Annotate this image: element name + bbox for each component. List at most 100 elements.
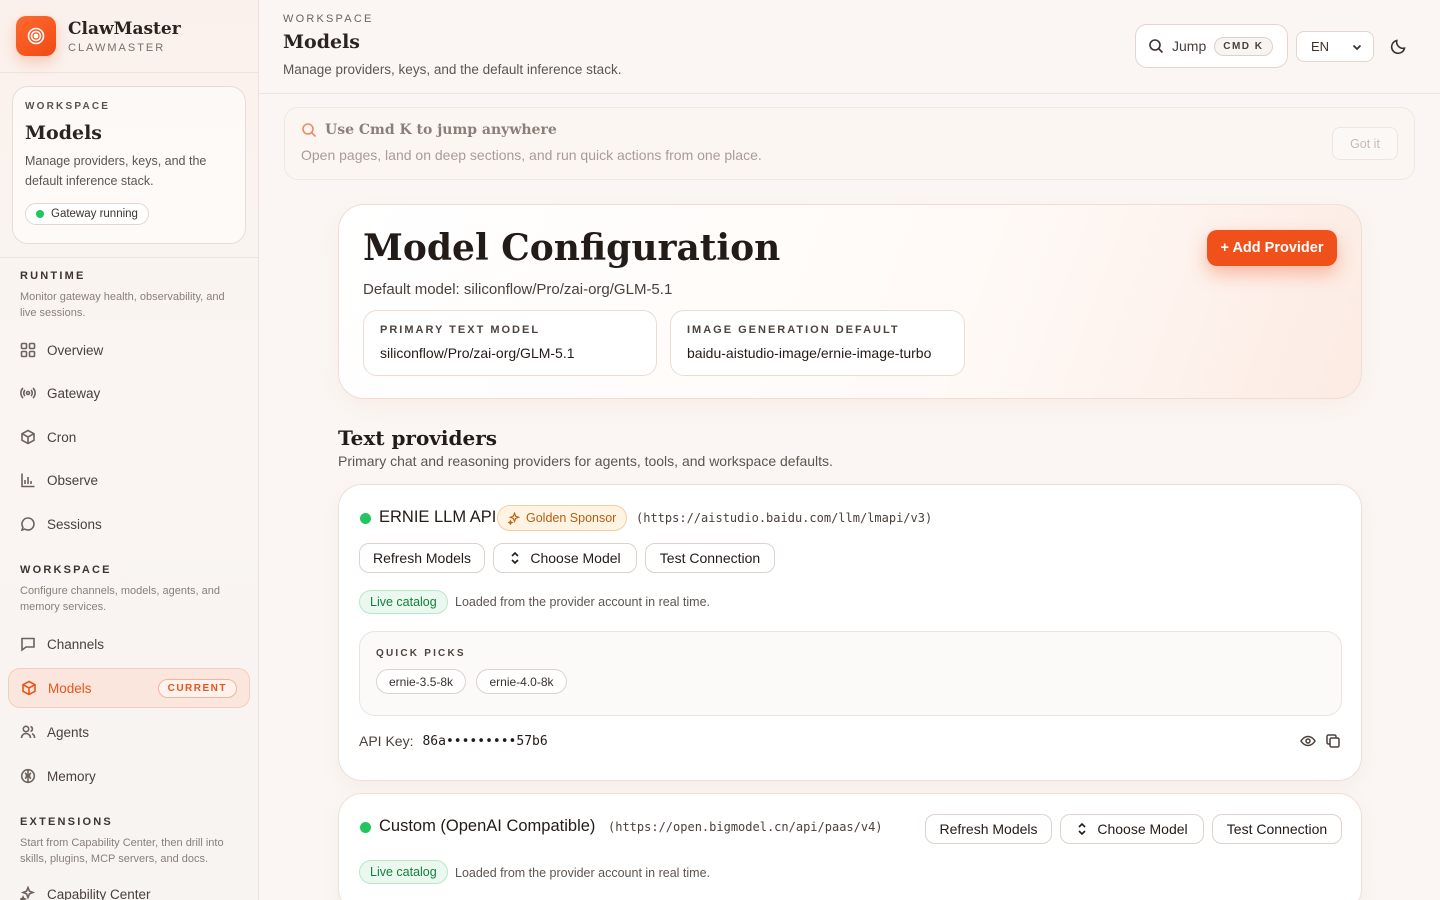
sidebar-item-label: Observe — [47, 472, 99, 488]
brand-subtitle: CLAWMASTER — [68, 41, 166, 54]
choose-model-button[interactable]: Choose Model — [493, 543, 637, 573]
message-square-icon — [21, 637, 35, 652]
live-catalog-badge: Live catalog — [359, 590, 448, 614]
page-description: Manage providers, keys, and the default … — [283, 62, 622, 77]
sidebar-item-label: Memory — [47, 768, 96, 784]
provider-name: ERNIE LLM API — [379, 508, 497, 526]
header-eyebrow: WORKSPACE — [283, 13, 374, 25]
provider-card-ernie: ERNIE LLM API Golden Sponsor (https://ai… — [338, 484, 1362, 781]
workspace-section-header: WORKSPACE Configure channels, models, ag… — [20, 564, 240, 615]
cube-icon — [21, 429, 35, 445]
jump-label: Jump — [1172, 38, 1207, 54]
workspace-card-title: Models — [25, 122, 102, 144]
sidebar-item-gateway[interactable]: Gateway — [8, 373, 250, 413]
sidebar-item-cron[interactable]: Cron — [8, 417, 250, 457]
test-connection-button[interactable]: Test Connection — [1212, 814, 1342, 844]
model-configuration-title: Model Configuration — [363, 227, 781, 269]
sidebar-item-label: Overview — [47, 342, 104, 358]
chevron-up-down-icon — [1078, 822, 1086, 836]
quick-pick-chip[interactable]: ernie-3.5-8k — [376, 669, 467, 694]
add-provider-button[interactable]: + Add Provider — [1207, 230, 1337, 266]
refresh-models-button[interactable]: Refresh Models — [359, 543, 485, 573]
provider-url: (https://open.bigmodel.cn/api/paas/v4) — [608, 820, 883, 834]
sidebar-item-label: Channels — [47, 636, 105, 652]
cube-icon — [22, 680, 36, 696]
sidebar-item-observe[interactable]: Observe — [8, 460, 250, 500]
sidebar-item-label: Agents — [47, 724, 90, 740]
eye-icon[interactable] — [1300, 733, 1316, 749]
brand[interactable]: ClawMaster CLAWMASTER — [0, 0, 258, 73]
sidebar-item-capability-center[interactable]: Capability Center — [8, 874, 250, 900]
workspace-card-eyebrow: WORKSPACE — [25, 101, 111, 112]
sidebar-item-label: Models — [48, 680, 92, 696]
search-icon — [302, 123, 317, 138]
jump-shortcut-badge: CMD K — [1214, 36, 1273, 56]
api-key-label: API Key: — [359, 733, 414, 749]
choose-model-button[interactable]: Choose Model — [1060, 814, 1204, 844]
current-badge: CURRENT — [157, 678, 237, 698]
golden-sponsor-badge: Golden Sponsor — [497, 505, 628, 531]
default-model-text: Default model: siliconflow/Pro/zai-org/G… — [363, 281, 673, 298]
provider-name: Custom (OpenAI Compatible) — [379, 817, 596, 835]
brand-name: ClawMaster — [68, 18, 181, 39]
test-connection-button[interactable]: Test Connection — [645, 543, 775, 573]
provider-status-dot-icon — [360, 822, 371, 833]
choose-model-label: Choose Model — [530, 550, 621, 566]
primary-text-model-card[interactable]: PRIMARY TEXT MODEL siliconflow/Pro/zai-o… — [363, 310, 657, 376]
sidebar-item-label: Cron — [47, 429, 77, 445]
sparkles-icon — [20, 886, 36, 900]
runtime-desc: Monitor gateway health, observability, a… — [20, 291, 225, 319]
quick-pick-chip[interactable]: ernie-4.0-8k — [476, 669, 567, 694]
sidebar-item-models[interactable]: Models CURRENT — [8, 668, 250, 708]
moon-icon[interactable] — [1389, 36, 1409, 56]
workspace-summary-card: WORKSPACE Models Manage providers, keys,… — [12, 86, 246, 244]
chat-bubble-icon — [20, 517, 35, 532]
sidebar: ClawMaster CLAWMASTER WORKSPACE Models M… — [0, 0, 259, 900]
bar-chart-icon — [21, 473, 35, 488]
sidebar-item-channels[interactable]: Channels — [8, 624, 250, 664]
workspace-label: WORKSPACE — [20, 564, 112, 576]
image-generation-default-value: baidu-aistudio-image/ernie-image-turbo — [687, 345, 932, 361]
workspace-desc: Configure channels, models, agents, and … — [20, 585, 220, 613]
primary-text-model-value: siliconflow/Pro/zai-org/GLM-5.1 — [380, 345, 575, 361]
brain-icon — [20, 768, 36, 784]
broadcast-icon — [20, 387, 36, 399]
got-it-button[interactable]: Got it — [1332, 127, 1398, 160]
model-configuration-card: Model Configuration Default model: silic… — [338, 204, 1362, 399]
primary-text-model-label: PRIMARY TEXT MODEL — [380, 324, 541, 336]
sidebar-divider — [0, 257, 258, 258]
extensions-label: EXTENSIONS — [20, 816, 113, 828]
provider-url: (https://aistudio.baidu.com/llm/lmapi/v3… — [636, 511, 933, 525]
tip-title: Use Cmd K to jump anywhere — [325, 122, 557, 138]
copy-icon[interactable] — [1325, 733, 1341, 749]
workspace-card-desc: Manage providers, keys, and the default … — [25, 154, 207, 188]
tip-description: Open pages, land on deep sections, and r… — [301, 147, 762, 163]
sidebar-item-memory[interactable]: Memory — [8, 756, 250, 796]
sidebar-item-label: Capability Center — [47, 886, 151, 900]
quick-picks-label: QUICK PICKS — [376, 648, 466, 659]
sidebar-item-sessions[interactable]: Sessions — [8, 504, 250, 544]
sidebar-item-label: Gateway — [47, 385, 101, 401]
live-catalog-desc: Loaded from the provider account in real… — [455, 595, 710, 609]
sidebar-item-agents[interactable]: Agents — [8, 712, 250, 752]
language-value: EN — [1311, 39, 1330, 54]
text-providers-desc: Primary chat and reasoning providers for… — [338, 453, 833, 469]
extensions-desc: Start from Capability Center, then drill… — [20, 837, 224, 865]
provider-card-custom: Custom (OpenAI Compatible) (https://open… — [338, 793, 1362, 900]
language-select[interactable]: EN — [1296, 31, 1374, 62]
grid-icon — [20, 342, 36, 358]
refresh-models-button[interactable]: Refresh Models — [925, 814, 1052, 844]
quick-picks-panel: QUICK PICKS ernie-3.5-8k ernie-4.0-8k — [359, 631, 1342, 716]
live-catalog-badge: Live catalog — [359, 860, 448, 884]
sidebar-item-label: Sessions — [47, 516, 102, 532]
sparkles-icon — [508, 511, 521, 525]
sidebar-item-overview[interactable]: Overview — [8, 330, 250, 370]
status-dot-icon — [36, 210, 44, 218]
runtime-label: RUNTIME — [20, 270, 86, 282]
runtime-section-header: RUNTIME Monitor gateway health, observab… — [20, 270, 240, 321]
image-generation-default-card[interactable]: IMAGE GENERATION DEFAULT baidu-aistudio-… — [670, 310, 965, 376]
users-icon — [20, 725, 36, 739]
command-palette-tip: Use Cmd K to jump anywhere Open pages, l… — [284, 107, 1415, 180]
jump-button[interactable]: Jump CMD K — [1135, 24, 1288, 68]
clawmaster-logo-icon — [16, 16, 56, 56]
